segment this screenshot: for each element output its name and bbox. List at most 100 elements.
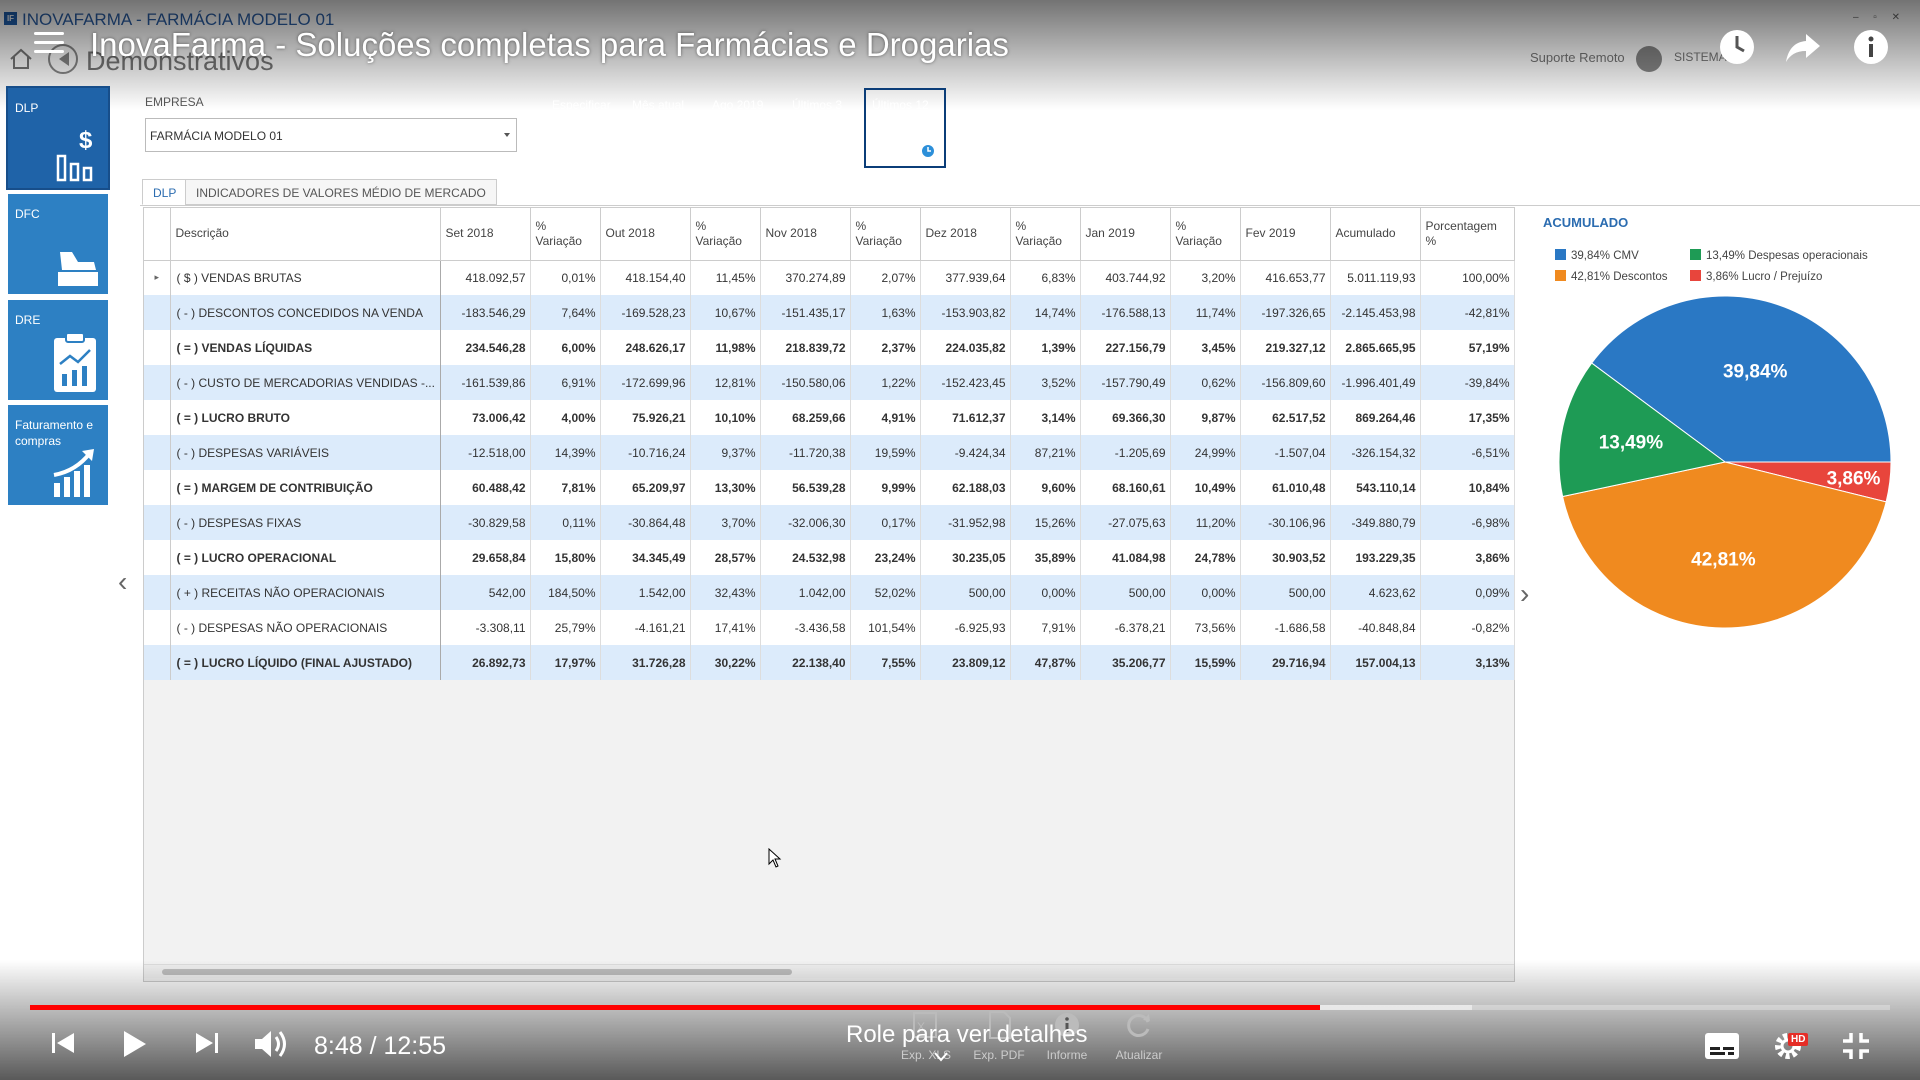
row-indicator[interactable]: [144, 645, 171, 680]
table-cell: -176.588,13: [1080, 295, 1171, 330]
info-icon[interactable]: [1850, 26, 1892, 68]
chevron-right-icon[interactable]: ›: [1520, 578, 1529, 610]
table-cell: 11,98%: [690, 330, 761, 365]
next-icon[interactable]: [192, 1028, 222, 1058]
table-row[interactable]: ▸( $ ) VENDAS BRUTAS 418.092,57 0,01% 418.1…: [144, 260, 1515, 295]
period-button-label: Especificar datas: [552, 98, 611, 128]
legend-swatch: [1555, 249, 1566, 260]
sidebar-item-dlp[interactable]: DLP $: [8, 88, 108, 188]
table-row[interactable]: ( - ) CUSTO DE MERCADORIAS VENDIDAS -...…: [144, 365, 1515, 400]
clock-icon[interactable]: [1716, 26, 1758, 68]
table-cell: 9,37%: [690, 435, 761, 470]
exit-fullscreen-icon[interactable]: [1840, 1030, 1872, 1062]
column-header[interactable]: Nov 2018: [760, 208, 851, 261]
share-icon[interactable]: [1782, 26, 1824, 68]
row-indicator[interactable]: [144, 295, 171, 330]
column-header[interactable]: Descrição: [170, 208, 441, 261]
video-title[interactable]: InovaFarma - Soluções completas para Far…: [90, 26, 1009, 64]
table-cell: 500,00: [1080, 575, 1171, 610]
table-cell: 24.532,98: [760, 540, 851, 575]
table-cell: 62.188,03: [920, 470, 1011, 505]
table-cell: -183.546,29: [440, 295, 531, 330]
row-indicator[interactable]: ▸: [144, 260, 171, 295]
tab-indicadores[interactable]: INDICADORES DE VALORES MÉDIO DE MERCADO: [185, 179, 497, 205]
column-header[interactable]: % Variação: [530, 208, 601, 261]
row-indicator[interactable]: [144, 400, 171, 435]
table-row[interactable]: ( - ) DESCONTOS CONCEDIDOS NA VENDA -183.…: [144, 295, 1515, 330]
table-cell: -1.205,69: [1080, 435, 1171, 470]
row-indicator[interactable]: [144, 365, 171, 400]
company-select[interactable]: FARMÁCIA MODELO 01: [145, 118, 517, 152]
column-header[interactable]: % Variação: [1010, 208, 1081, 261]
home-icon[interactable]: [8, 46, 34, 72]
table-cell: 193.229,35: [1330, 540, 1421, 575]
table-cell: -42,81%: [1420, 295, 1515, 330]
video-progress-bar[interactable]: [30, 1005, 1890, 1010]
column-header[interactable]: % Variação: [1170, 208, 1241, 261]
period-button-ago-2019[interactable]: Ago 2019 F4: [707, 91, 783, 165]
row-indicator[interactable]: [144, 540, 171, 575]
table-row[interactable]: ( - ) DESPESAS VARIÁVEIS -12.518,00 14,39%…: [144, 435, 1515, 470]
sidebar-item-label: DRE: [15, 313, 41, 327]
sidebar-item-dre[interactable]: DRE: [8, 300, 108, 400]
table-cell: 1,39%: [1010, 330, 1081, 365]
chevron-down-icon[interactable]: [934, 1052, 948, 1062]
table-row[interactable]: ( - ) DESPESAS NÃO OPERACIONAIS -3.308,11…: [144, 610, 1515, 645]
monitor-icon[interactable]: [1636, 46, 1662, 72]
period-button-last-12-months[interactable]: Últimos 12 meses F12: [864, 88, 946, 168]
row-indicator[interactable]: [144, 470, 171, 505]
table-cell: 23,24%: [850, 540, 921, 575]
chevron-left-icon[interactable]: ‹: [118, 566, 127, 598]
table-row[interactable]: ( + ) RECEITAS NÃO OPERACIONAIS 542,00 184…: [144, 575, 1515, 610]
column-header[interactable]: % Variação: [850, 208, 921, 261]
column-header[interactable]: Set 2018: [440, 208, 531, 261]
period-button-current-month[interactable]: Mês atual F8 7: [627, 91, 703, 165]
row-description: ( - ) DESPESAS FIXAS: [170, 505, 441, 540]
table-row[interactable]: ( = ) LUCRO BRUTO 73.006,42 4,00% 75.926,21…: [144, 400, 1515, 435]
period-button-specify-dates[interactable]: Especificar datas F2: [547, 91, 623, 165]
table-cell: 65.209,97: [600, 470, 691, 505]
column-header[interactable]: Porcentagem %: [1420, 208, 1515, 261]
table-row[interactable]: ( = ) MARGEM DE CONTRIBUIÇÃO 60.488,42 7,8…: [144, 470, 1515, 505]
table-cell: 61.010,48: [1240, 470, 1331, 505]
tab-dlp[interactable]: DLP: [142, 179, 188, 205]
row-indicator[interactable]: [144, 505, 171, 540]
table-row[interactable]: ( = ) VENDAS LÍQUIDAS 234.546,28 6,00% 248.…: [144, 330, 1515, 365]
column-header[interactable]: % Variação: [690, 208, 761, 261]
table-cell: 75.926,21: [600, 400, 691, 435]
column-header[interactable]: Acumulado: [1330, 208, 1421, 261]
table-row[interactable]: ( = ) LUCRO OPERACIONAL 29.658,84 15,80% 34…: [144, 540, 1515, 575]
period-button-last-3-months[interactable]: Últimos 3 meses F3: [787, 91, 863, 165]
column-header[interactable]: Fev 2019: [1240, 208, 1331, 261]
refresh-icon[interactable]: [1124, 1010, 1154, 1040]
column-header[interactable]: Dez 2018: [920, 208, 1011, 261]
sidebar-item-dfc[interactable]: DFC: [8, 194, 108, 294]
row-indicator[interactable]: [144, 435, 171, 470]
window-controls[interactable]: – ▫ ✕: [1853, 12, 1906, 23]
menu-icon[interactable]: [34, 32, 64, 56]
video-time: 8:48 / 12:55: [314, 1032, 447, 1060]
period-button-label: Últimos 3 meses: [792, 98, 843, 128]
column-header[interactable]: Jan 2019: [1080, 208, 1171, 261]
row-indicator[interactable]: [144, 610, 171, 645]
table-cell: 29.658,84: [440, 540, 531, 575]
table-row[interactable]: ( - ) DESPESAS FIXAS -30.829,58 0,11% -30.8…: [144, 505, 1515, 540]
volume-icon[interactable]: [252, 1028, 292, 1060]
table-cell: 101,54%: [850, 610, 921, 645]
remote-support-link[interactable]: Suporte Remoto: [1530, 50, 1625, 65]
sidebar-item-faturamento[interactable]: Faturamento e compras: [8, 405, 108, 505]
legend-entry: 3,86% Lucro / Prejuízo: [1690, 270, 1822, 283]
row-indicator[interactable]: [144, 575, 171, 610]
table-cell: 87,21%: [1010, 435, 1081, 470]
table-row[interactable]: ( = ) LUCRO LÍQUIDO (FINAL AJUSTADO) 26.8…: [144, 645, 1515, 680]
table-cell: 869.264,46: [1330, 400, 1421, 435]
table-cell: -3.436,58: [760, 610, 851, 645]
column-header[interactable]: Out 2018: [600, 208, 691, 261]
subtitles-icon[interactable]: [1704, 1032, 1740, 1060]
row-indicator[interactable]: [144, 330, 171, 365]
table-cell: 10,84%: [1420, 470, 1515, 505]
calendar-clock-icon: [904, 130, 936, 159]
play-icon[interactable]: [118, 1028, 150, 1060]
video-bottom-overlay: [0, 960, 1920, 1080]
previous-icon[interactable]: [48, 1028, 78, 1058]
